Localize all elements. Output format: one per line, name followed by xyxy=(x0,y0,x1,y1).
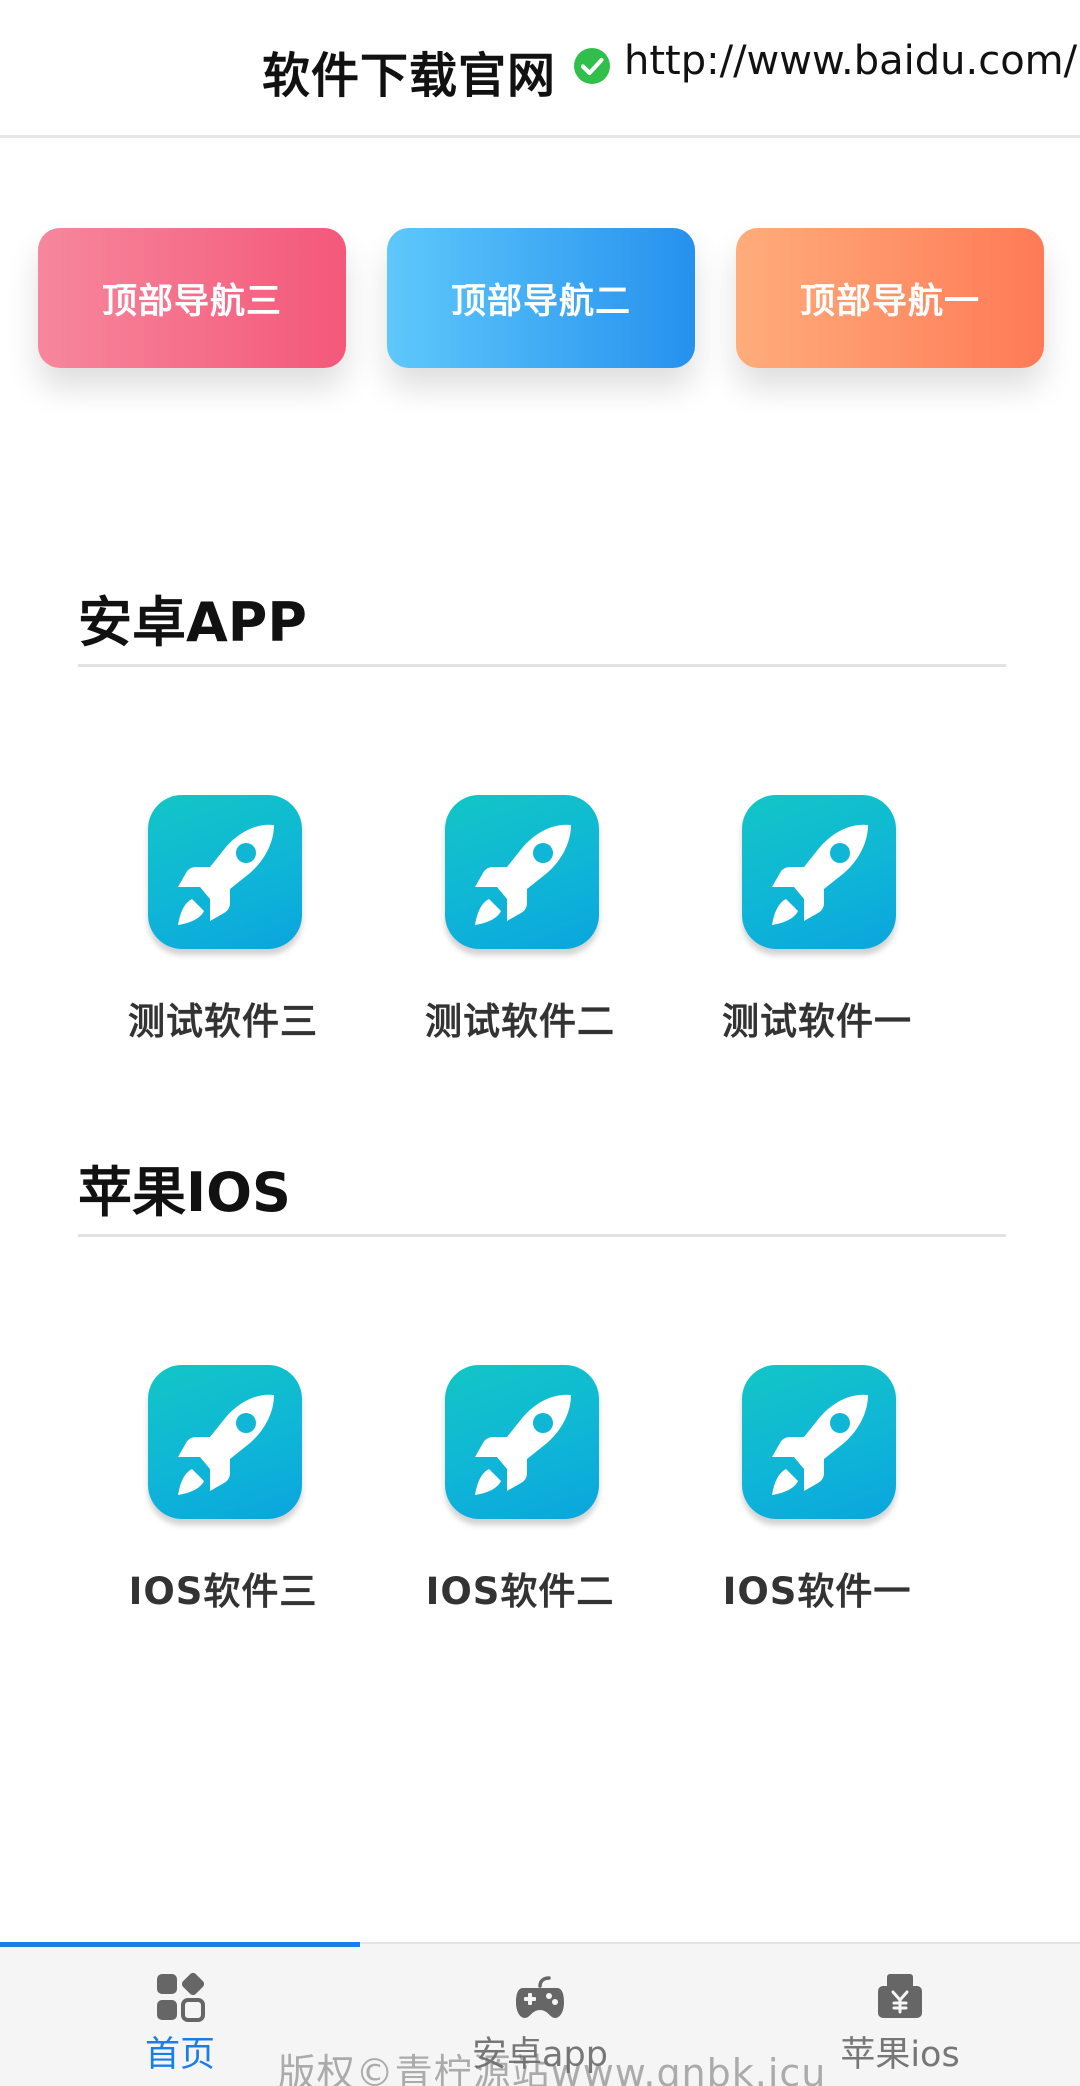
app-label: 测试软件二 xyxy=(425,1000,615,1043)
grid-icon xyxy=(157,1972,205,2022)
app-label: 测试软件三 xyxy=(128,1000,318,1043)
gamepad-icon xyxy=(516,1976,564,2018)
header-bar: 软件下载官网 http://www.baidu.com/ xyxy=(0,0,1080,138)
page: 软件下载官网 http://www.baidu.com/ 顶部导航三 顶部导航二… xyxy=(0,0,1080,2086)
app-item-ios-3[interactable]: IOS软件三 xyxy=(73,1365,373,1625)
top-nav: 顶部导航三 顶部导航二 顶部导航一 xyxy=(0,228,1080,368)
app-label: 测试软件一 xyxy=(722,1000,912,1043)
check-circle-icon xyxy=(574,48,610,84)
rocket-icon[interactable] xyxy=(445,795,599,949)
app-label: IOS软件一 xyxy=(722,1570,912,1613)
app-item-ios-2[interactable]: IOS软件二 xyxy=(370,1365,670,1625)
app-item-android-1[interactable]: 测试软件一 xyxy=(667,795,967,1055)
section-title-ios: 苹果IOS xyxy=(78,1161,291,1224)
section-divider xyxy=(78,664,1006,667)
rocket-icon[interactable] xyxy=(445,1365,599,1519)
tab-apple-ios[interactable]: 苹果ios xyxy=(720,1944,1080,2086)
app-label: IOS软件三 xyxy=(128,1570,318,1613)
section-divider xyxy=(78,1234,1006,1237)
site-title: 软件下载官网 xyxy=(262,48,557,104)
tab-home[interactable]: 首页 xyxy=(0,1944,360,2086)
site-url-link[interactable]: http://www.baidu.com/ xyxy=(624,38,1077,84)
tab-android-app[interactable]: 安卓app xyxy=(360,1944,720,2086)
app-label: IOS软件二 xyxy=(425,1570,615,1613)
tab-label: 苹果ios xyxy=(840,2035,960,2075)
app-item-android-3[interactable]: 测试软件三 xyxy=(73,795,373,1055)
rocket-icon[interactable] xyxy=(742,1365,896,1519)
top-nav-button-1[interactable]: 顶部导航一 xyxy=(736,228,1044,368)
tab-label: 首页 xyxy=(144,2035,215,2075)
yen-printer-icon xyxy=(878,1974,922,2018)
bottom-tab-bar: 首页 安卓app 苹果ios xyxy=(0,1942,1080,2086)
rocket-icon[interactable] xyxy=(742,795,896,949)
top-nav-button-3[interactable]: 顶部导航三 xyxy=(38,228,346,368)
rocket-icon[interactable] xyxy=(148,1365,302,1519)
section-title-android: 安卓APP xyxy=(78,591,307,654)
rocket-icon[interactable] xyxy=(148,795,302,949)
tab-label: 安卓app xyxy=(472,2035,608,2075)
app-item-android-2[interactable]: 测试软件二 xyxy=(370,795,670,1055)
app-item-ios-1[interactable]: IOS软件一 xyxy=(667,1365,967,1625)
top-nav-button-2[interactable]: 顶部导航二 xyxy=(387,228,695,368)
